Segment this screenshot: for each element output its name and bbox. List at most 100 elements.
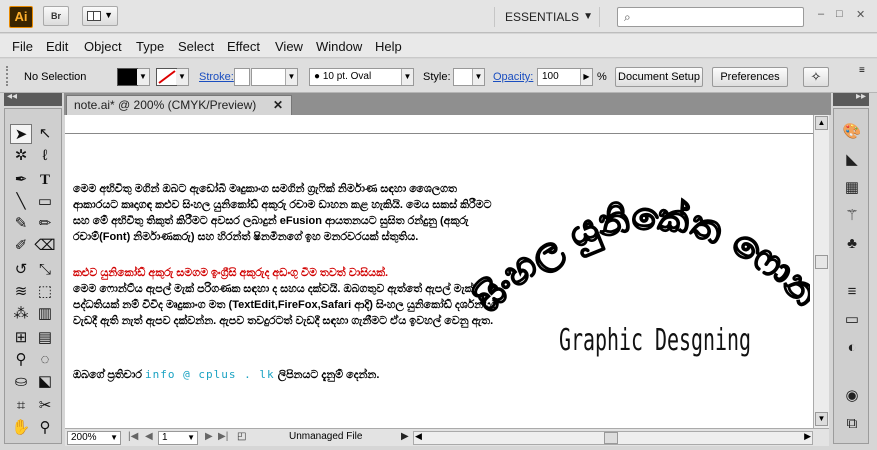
horizontal-scrollbar[interactable]: ◀ ▶ — [413, 431, 813, 445]
workspace-label: ESSENTIALS — [505, 10, 580, 24]
layers-panel-icon[interactable]: ⧉ — [840, 413, 864, 435]
scroll-left-icon[interactable]: ◀ — [415, 431, 422, 442]
appearance-panel-icon[interactable]: ◉ — [840, 385, 864, 407]
toolbox-header[interactable]: ◂◂ — [4, 91, 62, 106]
gradient-panel-icon[interactable]: ▭ — [840, 309, 864, 331]
direct-selection-tool-icon[interactable]: ↖ — [34, 124, 56, 144]
document-setup-button[interactable]: Document Setup — [615, 67, 703, 87]
fill-swatch[interactable] — [117, 68, 139, 86]
lasso-tool-icon[interactable]: ℓ — [34, 146, 56, 166]
search-input[interactable]: ⌕ — [617, 7, 804, 27]
next-artboard-icon[interactable]: ▶ — [205, 431, 213, 442]
column-graph-tool-icon[interactable]: ▥ — [34, 304, 56, 324]
brush-definition-dropdown[interactable]: ● 10 pt. Oval ▼ — [309, 68, 414, 86]
minimize-button[interactable]: – — [818, 8, 824, 20]
pen-tool-icon[interactable]: ✒ — [10, 170, 32, 190]
menu-edit[interactable]: Edit — [46, 39, 68, 54]
artboard-canvas[interactable]: මෙම අභිවිතු මගින් ඔබට ඇඩෝබි මෘදුකාංග සමග… — [65, 115, 813, 428]
scroll-down-icon[interactable]: ▼ — [815, 412, 828, 426]
menu-effect[interactable]: Effect — [227, 39, 260, 54]
graphic-style-dropdown[interactable]: ▼ — [453, 68, 485, 86]
maximize-button[interactable]: □ — [836, 8, 843, 20]
gradient-tool-icon[interactable]: ▤ — [34, 328, 56, 348]
color-panel-icon[interactable]: 🎨 — [840, 121, 864, 143]
status-menu-icon[interactable]: ▶ — [401, 431, 409, 442]
live-paint-selection-tool-icon[interactable]: ⬕ — [34, 372, 56, 392]
menu-file[interactable]: File — [12, 39, 33, 54]
stroke-weight-field[interactable]: ▼ — [251, 68, 298, 86]
first-artboard-icon[interactable]: |◀ — [128, 431, 138, 442]
scroll-thumb[interactable] — [815, 255, 828, 269]
tab-note-ai[interactable]: note.ai* @ 200% (CMYK/Preview) ✕ — [66, 95, 292, 115]
menu-view[interactable]: View — [275, 39, 303, 54]
type-tool-icon[interactable]: T — [34, 170, 56, 190]
preferences-button[interactable]: Preferences — [712, 67, 788, 87]
eyedropper-tool-icon[interactable]: ⚲ — [10, 350, 32, 370]
menu-type[interactable]: Type — [136, 39, 164, 54]
chevron-down-icon: ▼ — [401, 69, 413, 85]
rectangle-tool-icon[interactable]: ▭ — [34, 192, 56, 212]
stroke-link[interactable]: Stroke: — [199, 71, 234, 83]
panel-menu-icon[interactable]: ≡ — [859, 65, 865, 76]
prev-artboard-icon[interactable]: ◀ — [145, 431, 153, 442]
rotate-tool-icon[interactable]: ↺ — [10, 260, 32, 280]
toggle-direct-selection-icon[interactable]: ◰ — [237, 431, 246, 442]
eraser-tool-icon[interactable]: ⌫ — [34, 236, 56, 256]
zoom-dropdown[interactable]: 200% ▼ — [67, 431, 121, 445]
opacity-unit: % — [597, 71, 607, 83]
stroke-weight-stepper[interactable] — [234, 68, 250, 86]
pencil-tool-icon[interactable]: ✏ — [34, 214, 56, 234]
blend-tool-icon[interactable]: ◌ — [34, 350, 56, 370]
arrange-documents-button[interactable]: ▼ — [82, 6, 118, 26]
paintbrush-tool-icon[interactable]: ✎ — [10, 214, 32, 234]
blob-brush-tool-icon[interactable]: ✐ — [10, 236, 32, 256]
color-guide-icon[interactable]: ◣ — [840, 149, 864, 171]
align-options-button[interactable]: ✧ — [803, 67, 829, 87]
panel-grip[interactable] — [6, 66, 10, 86]
status-bar: 200% ▼ |◀ ◀ 1 ▼ ▶ ▶| ◰ Unmanaged File ▶ … — [65, 428, 829, 446]
stroke-dropdown[interactable]: ▼ — [176, 68, 189, 86]
chevron-down-icon: ▼ — [472, 69, 484, 85]
menu-object[interactable]: Object — [84, 39, 122, 54]
stroke-swatch[interactable] — [156, 68, 178, 86]
paragraph-intro: මෙම අභිවිතු මගින් ඔබට ඇඩෝබි මෘදුකාංග සමග… — [73, 183, 492, 243]
vertical-scrollbar[interactable]: ▲ ▼ — [813, 115, 829, 428]
symbol-sprayer-tool-icon[interactable]: ⁂ — [10, 304, 32, 324]
stroke-panel-icon[interactable]: ≡ — [840, 281, 864, 303]
selection-tool-icon[interactable]: ➤ — [10, 124, 32, 144]
close-window-button[interactable]: ✕ — [856, 8, 865, 21]
free-transform-tool-icon[interactable]: ⬚ — [34, 282, 56, 302]
last-artboard-icon[interactable]: ▶| — [218, 431, 228, 442]
close-tab-icon[interactable]: ✕ — [273, 96, 283, 114]
hand-tool-icon[interactable]: ✋ — [10, 418, 32, 438]
tools-panel: ➤ ↖ ✲ ℓ ✒ T ╲ ▭ ✎ ✏ ✐ ⌫ ↺ ⤡ ≋ ⬚ ⁂ ▥ ⊞ ▤ … — [4, 108, 62, 444]
zoom-tool-icon[interactable]: ⚲ — [34, 418, 56, 438]
slice-tool-icon[interactable]: ✂ — [34, 396, 56, 416]
symbols-panel-icon[interactable]: ♣ — [840, 233, 864, 255]
scroll-up-icon[interactable]: ▲ — [815, 116, 828, 130]
transparency-panel-icon[interactable]: ◐ — [840, 337, 864, 359]
menu-help[interactable]: Help — [375, 39, 402, 54]
highlight-line: කළුව යුනිකෝඩ් අකුරු සමගම ඉංග්‍රීසි අකුරු… — [73, 267, 389, 279]
workspace-switcher[interactable]: ESSENTIALS ▼ — [494, 7, 600, 27]
artboard-number-field[interactable]: 1 ▼ — [158, 431, 198, 445]
opacity-link[interactable]: Opacity: — [493, 71, 533, 83]
scroll-thumb-horizontal[interactable] — [604, 432, 618, 444]
swatches-panel-icon[interactable]: ▦ — [840, 177, 864, 199]
chevron-right-icon: ▶ — [580, 69, 592, 85]
bridge-button[interactable]: Br — [43, 6, 69, 26]
artboard-tool-icon[interactable]: ⌗ — [10, 396, 32, 416]
line-tool-icon[interactable]: ╲ — [10, 192, 32, 212]
brushes-panel-icon[interactable]: ⚚ — [840, 205, 864, 227]
live-paint-bucket-tool-icon[interactable]: ⛀ — [10, 372, 32, 392]
magic-wand-tool-icon[interactable]: ✲ — [10, 146, 32, 166]
scroll-right-icon[interactable]: ▶ — [804, 431, 811, 442]
scale-tool-icon[interactable]: ⤡ — [34, 260, 56, 280]
opacity-field[interactable]: 100 ▶ — [537, 68, 593, 86]
menu-window[interactable]: Window — [316, 39, 362, 54]
mesh-tool-icon[interactable]: ⊞ — [10, 328, 32, 348]
dock-header[interactable]: ▸▸ — [833, 91, 869, 106]
fill-dropdown[interactable]: ▼ — [137, 68, 150, 86]
width-tool-icon[interactable]: ≋ — [10, 282, 32, 302]
menu-select[interactable]: Select — [178, 39, 214, 54]
